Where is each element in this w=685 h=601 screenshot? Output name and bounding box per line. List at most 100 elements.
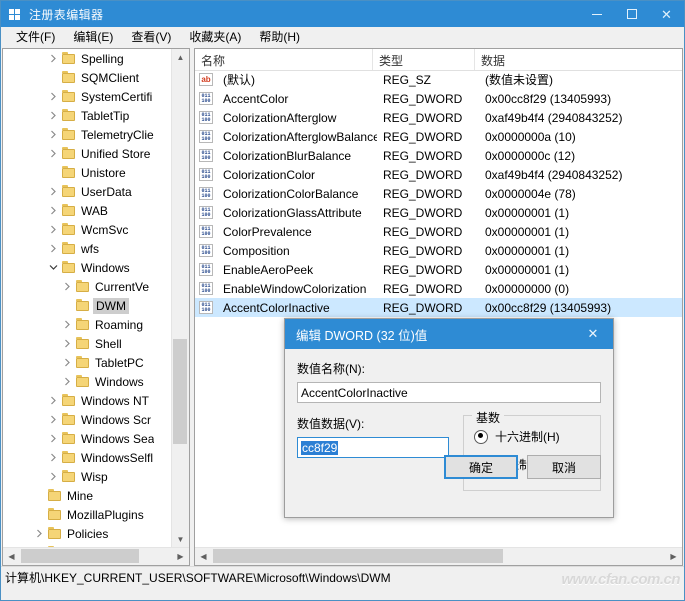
tree-item[interactable]: MozillaPlugins [3,505,172,524]
chevron-down-icon[interactable] [45,263,61,272]
dword-value-icon: 011 100 [199,206,213,219]
tree-item[interactable]: wfs [3,239,172,258]
tree-item[interactable]: WAB [3,201,172,220]
tree-item[interactable]: Spelling [3,49,172,68]
table-row[interactable]: 011 100 ColorizationAfterglow REG_DWORD 0xaf… [195,108,682,127]
chevron-right-icon[interactable] [59,282,75,291]
list-scroll-right-icon[interactable]: ▶ [665,552,682,561]
chevron-right-icon[interactable] [31,529,47,538]
chevron-right-icon[interactable] [45,396,61,405]
menu-edit[interactable]: 编辑(E) [64,28,122,47]
table-row[interactable]: 011 100 ColorizationColorBalance REG_DWORD 0… [195,184,682,203]
chevron-right-icon[interactable] [45,206,61,215]
tree-item[interactable]: UserData [3,182,172,201]
table-row[interactable]: 011 100 Composition REG_DWORD 0x00000001 (1) [195,241,682,260]
radio-hexadecimal-label: 十六进制(H) [495,430,560,444]
tree-item[interactable]: Windows [3,258,172,277]
chevron-right-icon[interactable] [45,149,61,158]
cell-name: (默认) [223,73,255,87]
chevron-right-icon[interactable] [45,111,61,120]
chevron-right-icon[interactable] [59,320,75,329]
tree-item[interactable]: SystemCertifi [3,87,172,106]
tree-item[interactable]: Windows Sea [3,429,172,448]
tree-item[interactable]: Windows NT [3,391,172,410]
menu-favorites[interactable]: 收藏夹(A) [180,28,250,47]
radio-hexadecimal[interactable]: 十六进制(H) [474,428,590,445]
chevron-right-icon[interactable] [45,434,61,443]
close-button[interactable]: ✕ [649,1,684,27]
table-row[interactable]: 011 100 EnableWindowColorization REG_DWORD 0… [195,279,682,298]
value-name-input[interactable]: AccentColorInactive [297,382,601,403]
list-hscroll-thumb[interactable] [213,549,503,563]
column-header-type[interactable]: 类型 [373,49,475,70]
menu-file[interactable]: 文件(F) [7,28,64,47]
table-row[interactable]: 011 100 ColorPrevalence REG_DWORD 0x00000001… [195,222,682,241]
tree-item[interactable]: SQMClient [3,68,172,87]
tree-horizontal-scrollbar[interactable]: ◀ ▶ [3,547,189,565]
cell-type: REG_DWORD [383,281,463,296]
chevron-right-icon[interactable] [45,54,61,63]
menu-help[interactable]: 帮助(H) [250,28,309,47]
chevron-right-icon[interactable] [45,187,61,196]
maximize-button[interactable] [614,1,649,27]
tree-scroll-thumb[interactable] [173,339,187,444]
ok-button[interactable]: 确定 [444,455,518,479]
chevron-right-icon[interactable] [45,453,61,462]
column-header-data[interactable]: 数据 [475,49,682,70]
tree-item-label: TabletPC [95,355,144,370]
tree-scroll-down-icon[interactable]: ▼ [172,531,189,548]
table-row[interactable]: 011 100 ColorizationColor REG_DWORD 0xaf49b4… [195,165,682,184]
tree-item[interactable]: Mine [3,486,172,505]
cell-name: ColorizationColorBalance [223,186,359,201]
chevron-right-icon[interactable] [45,130,61,139]
tree-item-label: Windows NT [81,393,150,408]
tree-vertical-scrollbar[interactable]: ▲ ▼ [171,49,189,548]
table-row[interactable]: 011 100 ColorizationGlassAttribute REG_DWOR… [195,203,682,222]
table-row[interactable]: 011 100 EnableAeroPeek REG_DWORD 0x00000001 … [195,260,682,279]
dword-value-icon: 011 100 [199,92,213,105]
chevron-right-icon[interactable] [59,339,75,348]
tree-item[interactable]: TabletTip [3,106,172,125]
chevron-right-icon[interactable] [45,225,61,234]
value-data-input[interactable]: cc8f29 [297,437,449,458]
chevron-right-icon[interactable] [45,415,61,424]
tree-item[interactable]: WcmSvc [3,220,172,239]
tree-scroll-left-icon[interactable]: ◀ [3,552,20,561]
tree-item[interactable]: CurrentVe [3,277,172,296]
dword-value-icon: 011 100 [199,149,213,162]
tree-scroll-right-icon[interactable]: ▶ [172,552,189,561]
chevron-right-icon[interactable] [45,244,61,253]
chevron-right-icon[interactable] [59,377,75,386]
tree-item[interactable]: Unistore [3,163,172,182]
tree-item[interactable]: Windows Scr [3,410,172,429]
tree-item[interactable]: Shell [3,334,172,353]
table-row[interactable]: 011 100 ColorizationBlurBalance REG_DWORD 0x… [195,146,682,165]
chevron-right-icon[interactable] [45,472,61,481]
chevron-right-icon[interactable] [45,92,61,101]
tree-item[interactable]: Windows [3,372,172,391]
tree-item[interactable]: TabletPC [3,353,172,372]
chevron-right-icon[interactable] [59,358,75,367]
table-row[interactable]: ab (默认) REG_SZ (数值未设置) [195,70,682,89]
table-row[interactable]: 011 100 AccentColorInactive REG_DWORD 0x00cc… [195,298,682,317]
table-row[interactable]: 011 100 AccentColor REG_DWORD 0x00cc8f29 (13… [195,89,682,108]
tree-item[interactable]: Wisp [3,467,172,486]
tree-scroll-up-icon[interactable]: ▲ [172,49,189,66]
tree-hscroll-thumb[interactable] [21,549,139,563]
menu-view[interactable]: 查看(V) [122,28,180,47]
list-scroll-left-icon[interactable]: ◀ [195,552,212,561]
tree-item[interactable]: Unified Store [3,144,172,163]
registry-tree[interactable]: Spelling SQMClient SystemCertifi TabletTip T… [3,49,172,548]
column-header-name[interactable]: 名称 [195,49,373,70]
list-horizontal-scrollbar[interactable]: ◀ ▶ [195,547,682,565]
minimize-button[interactable] [579,1,614,27]
tree-item[interactable]: Roaming [3,315,172,334]
tree-item[interactable]: TelemetryClie [3,125,172,144]
dialog-close-button[interactable]: ✕ [573,319,613,349]
table-row[interactable]: 011 100 ColorizationAfterglowBalance REG_DW… [195,127,682,146]
tree-item[interactable]: Policies [3,524,172,543]
cell-type: REG_DWORD [383,205,463,220]
cancel-button[interactable]: 取消 [527,455,601,479]
tree-item[interactable]: WindowsSelfl [3,448,172,467]
tree-item[interactable]: DWM [3,296,172,315]
